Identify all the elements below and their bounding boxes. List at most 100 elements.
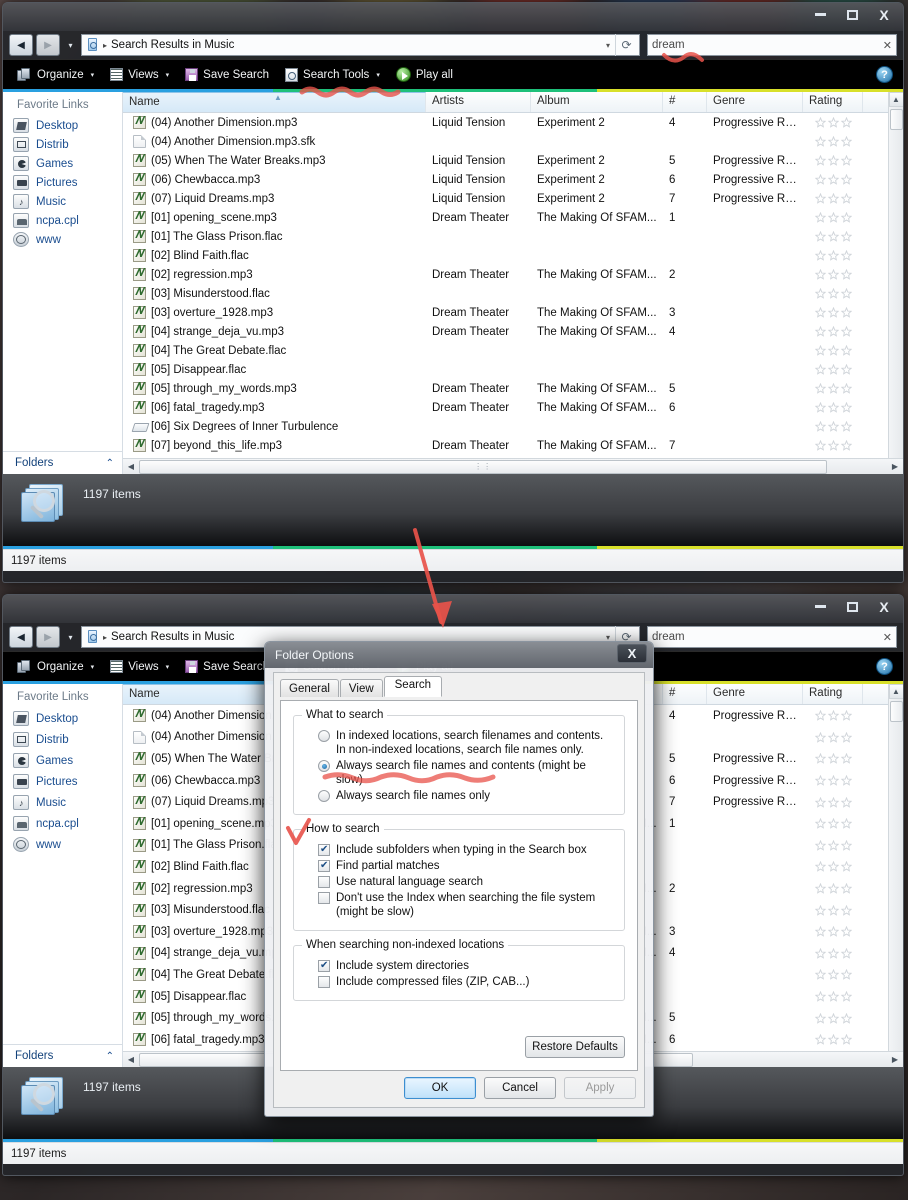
option-include-system-directories[interactable]: Include system directories [304, 958, 614, 974]
star-icon[interactable] [841, 212, 852, 223]
star-icon[interactable] [841, 710, 852, 722]
back-button[interactable]: ◀ [9, 34, 33, 56]
checkbox[interactable] [318, 843, 330, 857]
cell-rating[interactable] [803, 796, 863, 808]
table-row[interactable]: (04) Another Dimension.mp3.sfk [123, 132, 903, 151]
rating-stars[interactable] [809, 288, 863, 299]
star-icon[interactable] [815, 231, 826, 242]
checkbox[interactable] [318, 859, 330, 873]
cell-rating[interactable] [803, 326, 863, 337]
minimize-button[interactable] [807, 597, 833, 616]
star-icon[interactable] [828, 345, 839, 356]
checkbox[interactable] [318, 976, 330, 988]
star-icon[interactable] [815, 710, 826, 722]
star-icon[interactable] [815, 307, 826, 318]
cell-name[interactable]: [06] Six Degrees of Inner Turbulence [123, 420, 426, 433]
column-header-number[interactable]: # [663, 684, 707, 704]
star-icon[interactable] [841, 818, 852, 830]
star-icon[interactable] [828, 731, 839, 743]
rating-stars[interactable] [809, 345, 863, 356]
option-dont-use-index[interactable]: Don't use the Index when searching the f… [304, 890, 614, 920]
horizontal-scroll-thumb[interactable]: ⋮⋮ [139, 459, 828, 474]
cell-name[interactable]: [04] strange_deja_vu.mp3 [123, 325, 426, 338]
column-header-rating[interactable]: Rating [803, 684, 863, 704]
vertical-scrollbar[interactable]: ▲ ▼ [888, 92, 903, 474]
option-always-names-only[interactable]: Always search file names only [304, 788, 614, 804]
cell-rating[interactable] [803, 288, 863, 299]
star-icon[interactable] [828, 174, 839, 185]
star-icon[interactable] [828, 818, 839, 830]
cell-rating[interactable] [803, 155, 863, 166]
clear-search-icon[interactable]: ✕ [883, 631, 892, 644]
rating-stars[interactable] [809, 753, 863, 765]
star-icon[interactable] [841, 402, 852, 413]
address-bar[interactable]: ▸ Search Results in Music ▾ ⟳ [81, 34, 640, 56]
maximize-button[interactable] [839, 5, 865, 24]
cell-rating[interactable] [803, 818, 863, 830]
command-toolbar[interactable]: Organize ▾ Views ▾ Save Search Search To… [3, 59, 903, 89]
star-icon[interactable] [815, 136, 826, 147]
cell-rating[interactable] [803, 440, 863, 451]
scroll-left-button[interactable]: ◀ [123, 459, 139, 475]
star-icon[interactable] [828, 383, 839, 394]
star-icon[interactable] [841, 904, 852, 916]
cell-rating[interactable] [803, 926, 863, 937]
star-icon[interactable] [815, 193, 826, 204]
sidebar-item-music[interactable]: ♪ Music [3, 192, 122, 211]
checkbox[interactable] [318, 959, 330, 973]
option-natural-language-search[interactable]: Use natural language search [304, 874, 614, 890]
scroll-left-button[interactable]: ◀ [123, 1052, 139, 1068]
column-header-artists[interactable]: Artists [426, 92, 531, 112]
column-header-rating[interactable]: Rating [803, 92, 863, 112]
rating-stars[interactable] [809, 383, 863, 394]
star-icon[interactable] [828, 193, 839, 204]
star-icon[interactable] [828, 307, 839, 318]
star-icon[interactable] [828, 231, 839, 242]
table-row[interactable]: [04] strange_deja_vu.mp3 Dream Theater The… [123, 322, 903, 341]
cell-name[interactable]: (06) Chewbacca.mp3 [123, 173, 426, 186]
folder-options-dialog[interactable]: Folder Options X General View Search Wha… [264, 641, 654, 1117]
star-icon[interactable] [828, 796, 839, 808]
star-icon[interactable] [828, 250, 839, 261]
checkbox[interactable] [318, 876, 330, 888]
star-icon[interactable] [815, 250, 826, 261]
cell-rating[interactable] [803, 904, 863, 916]
clear-search-icon[interactable]: ✕ [883, 39, 892, 52]
rating-stars[interactable] [809, 904, 863, 916]
rating-stars[interactable] [809, 710, 863, 722]
cell-name[interactable]: (07) Liquid Dreams.mp3 [123, 192, 426, 205]
table-row[interactable]: [02] Blind Faith.flac [123, 246, 903, 265]
file-list-view[interactable]: ▲ Name Artists Album # Genre Rating [123, 92, 903, 474]
star-icon[interactable] [815, 796, 826, 808]
column-header-genre[interactable]: Genre [707, 684, 803, 704]
vertical-scrollbar[interactable]: ▲ ▼ [888, 684, 903, 1067]
star-icon[interactable] [841, 753, 852, 765]
star-icon[interactable] [828, 364, 839, 375]
rating-stars[interactable] [809, 136, 863, 147]
navigation-bar[interactable]: ◀ ▶ ▾ ▸ Search Results in Music ▾ ⟳ drea… [3, 31, 903, 59]
help-icon[interactable]: ? [876, 66, 893, 83]
star-icon[interactable] [841, 421, 852, 432]
star-icon[interactable] [815, 1034, 826, 1045]
star-icon[interactable] [841, 383, 852, 394]
star-icon[interactable] [828, 421, 839, 432]
dialog-tabs[interactable]: General View Search [274, 673, 644, 697]
cell-name[interactable]: [05] through_my_words.mp3 [123, 382, 426, 395]
star-icon[interactable] [841, 250, 852, 261]
star-icon[interactable] [815, 969, 826, 981]
column-header-album[interactable]: Album [531, 92, 663, 112]
tab-view[interactable]: View [339, 679, 383, 697]
organize-button[interactable]: Organize ▾ [11, 657, 100, 676]
sidebar-item-desktop[interactable]: Desktop [3, 116, 122, 135]
sidebar-item-music[interactable]: ♪ Music [3, 792, 122, 813]
cell-rating[interactable] [803, 250, 863, 261]
rating-stars[interactable] [809, 775, 863, 786]
scroll-right-button[interactable]: ▶ [887, 459, 903, 475]
star-icon[interactable] [815, 753, 826, 765]
radio-button[interactable] [318, 790, 330, 802]
column-header-row[interactable]: ▲ Name Artists Album # Genre Rating [123, 92, 903, 113]
star-icon[interactable] [841, 731, 852, 743]
play-all-button[interactable]: Play all [390, 64, 459, 85]
sidebar-item-games[interactable]: Games [3, 154, 122, 173]
rating-stars[interactable] [809, 231, 863, 242]
